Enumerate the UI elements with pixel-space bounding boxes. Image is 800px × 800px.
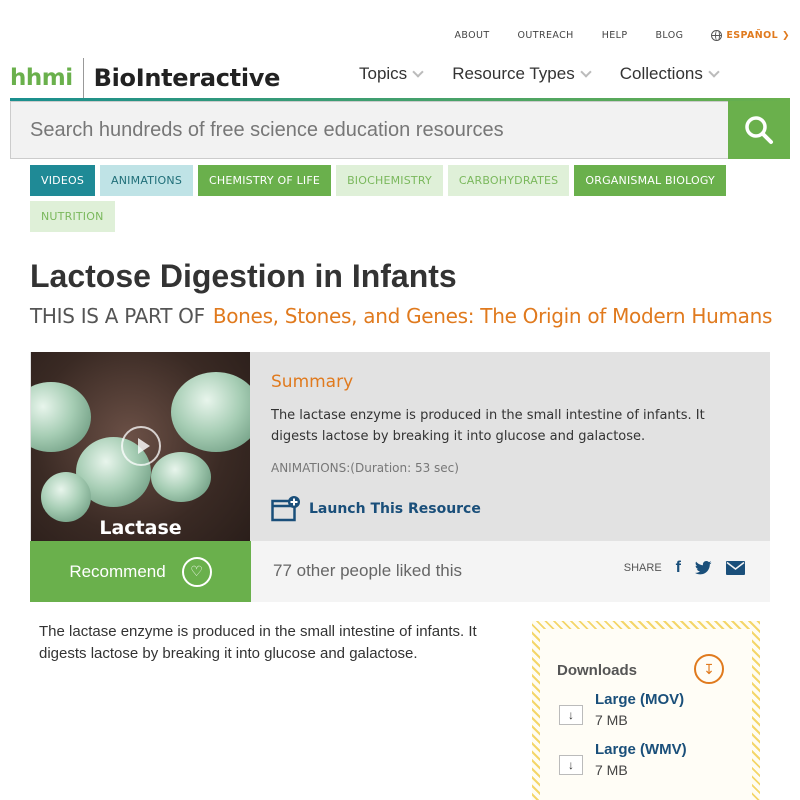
- part-of-label: This is a part of: [30, 304, 205, 328]
- part-of-line: This is a part of Bones, Stones, and Gene…: [30, 304, 772, 328]
- help-link[interactable]: HELP: [602, 30, 628, 41]
- download-item[interactable]: ↓ Large (WMV) 7 MB: [559, 741, 687, 778]
- utility-nav: ABOUT OUTREACH HELP BLOG ESPAÑOL ❯: [426, 30, 790, 41]
- search-bar: [10, 101, 790, 159]
- liked-count: 77 other people liked this: [273, 561, 463, 580]
- recommend-button[interactable]: Recommend ♡: [30, 541, 251, 602]
- nav-topics[interactable]: Topics: [359, 64, 424, 84]
- launch-resource-button[interactable]: Launch This Resource: [271, 496, 481, 522]
- download-arrow-icon: ↓: [559, 755, 583, 775]
- nav-resource-types[interactable]: Resource Types: [452, 64, 592, 84]
- tag-biochemistry[interactable]: BIOCHEMISTRY: [336, 165, 443, 196]
- nav-resource-types-label: Resource Types: [452, 64, 575, 83]
- chevron-down-icon: ❯: [782, 30, 790, 41]
- video-thumbnail[interactable]: Lactase: [31, 352, 250, 541]
- twitter-icon[interactable]: [695, 561, 712, 575]
- language-label: ESPAÑOL: [726, 30, 779, 41]
- launch-window-icon: [271, 496, 300, 522]
- enzyme-blob: [31, 382, 91, 452]
- tag-chemistry-of-life[interactable]: CHEMISTRY OF LIFE: [198, 165, 332, 196]
- enzyme-blob: [151, 452, 211, 502]
- site-logo[interactable]: hhmi BioInteractive: [10, 58, 280, 98]
- launch-label: Launch This Resource: [309, 501, 481, 517]
- tag-organismal-biology[interactable]: ORGANISMAL BIOLOGY: [574, 165, 726, 196]
- play-icon[interactable]: [121, 426, 161, 466]
- search-button[interactable]: [728, 101, 790, 159]
- chevron-down-icon: [580, 66, 592, 78]
- download-item[interactable]: ↓ Large (MOV) 7 MB: [559, 691, 684, 728]
- summary-text: The lactase enzyme is produced in the sm…: [271, 408, 705, 444]
- resource-feature: Lactase Summary The lactase enzyme is pr…: [30, 352, 770, 541]
- language-switch[interactable]: ESPAÑOL ❯: [711, 30, 790, 41]
- facebook-icon[interactable]: f: [676, 559, 681, 577]
- email-icon[interactable]: [726, 561, 745, 575]
- tag-animations[interactable]: ANIMATIONS: [100, 165, 194, 196]
- download-size: 7 MB: [595, 762, 628, 778]
- biointeractive-logo: BioInteractive: [93, 64, 281, 92]
- download-name[interactable]: Large (MOV): [595, 691, 684, 708]
- main-nav: Topics Resource Types Collections: [359, 64, 720, 84]
- heart-plus-icon: ♡: [181, 556, 212, 587]
- tag-videos[interactable]: VIDEOS: [30, 165, 96, 196]
- cloud-download-icon: ↧: [694, 654, 724, 684]
- search-input[interactable]: [11, 102, 728, 158]
- chevron-down-icon: [708, 66, 720, 78]
- nav-collections-label: Collections: [619, 64, 703, 83]
- page-title: Lactose Digestion in Infants: [30, 258, 457, 294]
- summary-heading: Summary: [271, 372, 354, 392]
- engagement-bar: Recommend ♡ 77 other people liked this S…: [30, 541, 770, 602]
- nav-topics-label: Topics: [359, 64, 408, 83]
- enzyme-blob: [41, 472, 91, 522]
- downloads-heading: Downloads: [557, 662, 638, 679]
- search-icon: [745, 116, 773, 144]
- download-size: 7 MB: [595, 712, 628, 728]
- logo-divider: [82, 58, 84, 98]
- tag-list: VIDEOS ANIMATIONS CHEMISTRY OF LIFE BIOC…: [30, 165, 770, 232]
- blog-link[interactable]: BLOG: [655, 30, 683, 41]
- nav-collections[interactable]: Collections: [619, 64, 720, 84]
- enzyme-blob: [171, 372, 250, 452]
- share-label: SHARE: [623, 562, 662, 574]
- duration-text: ANIMATIONS:(Duration: 53 sec): [271, 461, 459, 475]
- download-name[interactable]: Large (WMV): [595, 741, 687, 758]
- collection-link[interactable]: Bones, Stones, and Genes: The Origin of …: [213, 304, 773, 328]
- tag-carbohydrates[interactable]: CARBOHYDRATES: [447, 165, 570, 196]
- tag-nutrition[interactable]: NUTRITION: [30, 201, 115, 232]
- share-bar: SHARE f: [624, 559, 745, 577]
- chevron-down-icon: [412, 66, 424, 78]
- globe-icon: [711, 30, 723, 41]
- thumbnail-label: Lactase: [99, 517, 182, 539]
- downloads-panel: Downloads ↧ ↓ Large (MOV) 7 MB ↓ Large (…: [532, 621, 760, 800]
- description-text: The lactase enzyme is produced in the sm…: [39, 623, 477, 662]
- about-link[interactable]: ABOUT: [454, 30, 489, 41]
- download-arrow-icon: ↓: [559, 705, 583, 725]
- hhmi-logo: hhmi: [10, 65, 73, 91]
- outreach-link[interactable]: OUTREACH: [518, 30, 574, 41]
- recommend-label: Recommend: [69, 561, 166, 581]
